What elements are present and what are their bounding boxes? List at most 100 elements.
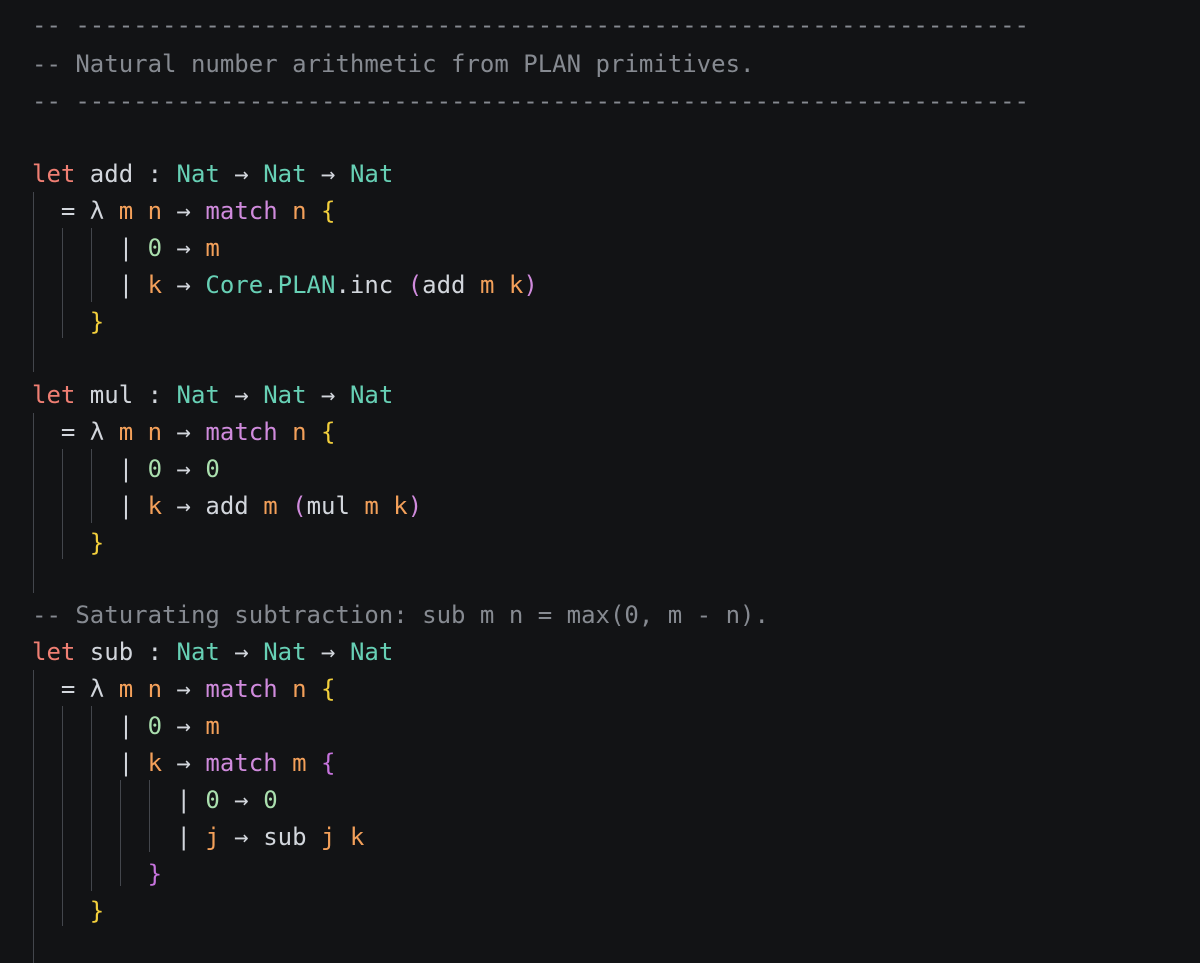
code-token: -- Saturating subtraction: sub m n = max… [32,601,769,629]
code-token: | [32,712,148,740]
code-line: } [32,525,104,561]
code-token: k [147,749,163,777]
code-token: → [162,271,206,299]
code-token: → [162,749,206,777]
code-token: mul : [75,381,177,409]
code-token: j [205,823,220,851]
code-line: } [32,304,104,340]
code-token: m [205,712,220,740]
code-token: k [147,492,163,520]
code-token: k [147,271,163,299]
code-line: = λ m n → match n { [32,414,336,450]
code-token: = λ [32,197,119,225]
code-token: Nat [263,381,307,409]
code-token: m [292,749,307,777]
code-line: | k → match m { [32,745,336,781]
code-token: Nat [176,160,220,188]
code-line: -- -------------------------------------… [32,83,1029,119]
code-token: ) [523,271,538,299]
code-token: → [219,160,264,188]
code-token: { [321,675,336,703]
code-line: let add : Nat → Nat → Nat [32,156,393,192]
code-token: → [306,160,350,188]
code-token: | [32,823,206,851]
code-token: Nat [263,160,307,188]
code-token: } [89,529,105,557]
code-editor[interactable]: -- -------------------------------------… [0,0,1200,963]
code-line: = λ m n → match n { [32,193,336,229]
code-token: → [162,234,206,262]
code-token: m [205,234,220,262]
code-token: Nat [176,638,220,666]
code-line: | 0 → m [32,708,220,744]
code-token: | [32,749,148,777]
code-line: | j → sub j k [32,819,364,855]
code-token: Nat [349,381,394,409]
code-token: match [205,418,278,446]
code-token: → [306,638,350,666]
code-line: -- Natural number arithmetic from PLAN p… [32,46,754,82]
code-token: 0 [147,712,163,740]
code-token: n [147,418,163,446]
code-token: → [219,381,264,409]
code-token: Nat [176,381,220,409]
code-token: | [32,234,148,262]
code-token: = λ [32,675,119,703]
code-token: } [89,308,105,336]
code-token: → [162,712,206,740]
code-token: Nat [349,638,394,666]
code-line: | 0 → 0 [32,451,220,487]
code-token: { [321,749,336,777]
code-line: let mul : Nat → Nat → Nat [32,377,393,413]
code-token: mul [306,492,365,520]
code-line: } [32,856,162,892]
code-token: -- -------------------------------------… [32,11,1029,39]
code-token: → [219,786,264,814]
code-line: let sub : Nat → Nat → Nat [32,634,393,670]
code-token: -- -------------------------------------… [32,87,1029,115]
code-token: → [162,197,206,225]
code-line: = λ m n → match n { [32,671,336,707]
code-token: . [263,271,278,299]
code-token: m [364,492,379,520]
code-token: -- Natural number arithmetic from PLAN p… [32,50,755,78]
code-token: | [32,786,206,814]
code-token: m [118,197,134,225]
code-token: | [32,271,148,299]
code-token: ( [292,492,307,520]
code-token: .inc [335,271,408,299]
code-token: let [32,638,76,666]
code-token: ( [407,271,423,299]
code-token: | [32,492,148,520]
code-token: } [147,860,163,888]
code-token: add [422,271,480,299]
code-line: } [32,893,104,929]
code-token: match [205,749,278,777]
code-token: m [118,418,134,446]
code-token: Nat [263,638,307,666]
code-line: | 0 → m [32,230,220,266]
code-line: -- -------------------------------------… [32,7,1029,43]
code-token: Nat [349,160,394,188]
code-token: m [263,492,278,520]
code-token: m [479,271,495,299]
code-token: | [32,455,148,483]
code-token: → [162,675,206,703]
code-token: → [219,638,264,666]
code-token: Core [205,271,264,299]
code-token: 0 [147,455,163,483]
